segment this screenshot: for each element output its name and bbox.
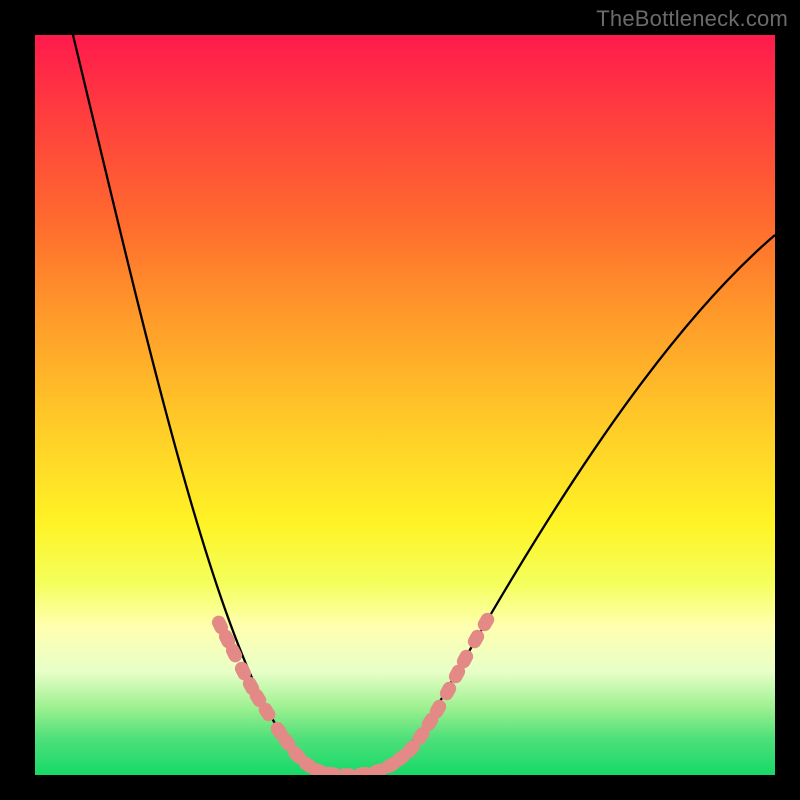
v-curve-line <box>73 35 775 775</box>
curve-svg <box>35 35 775 775</box>
watermark-text: TheBottleneck.com <box>596 6 788 32</box>
curve-markers <box>210 610 497 775</box>
plot-area <box>35 35 775 775</box>
chart-frame: TheBottleneck.com <box>0 0 800 800</box>
